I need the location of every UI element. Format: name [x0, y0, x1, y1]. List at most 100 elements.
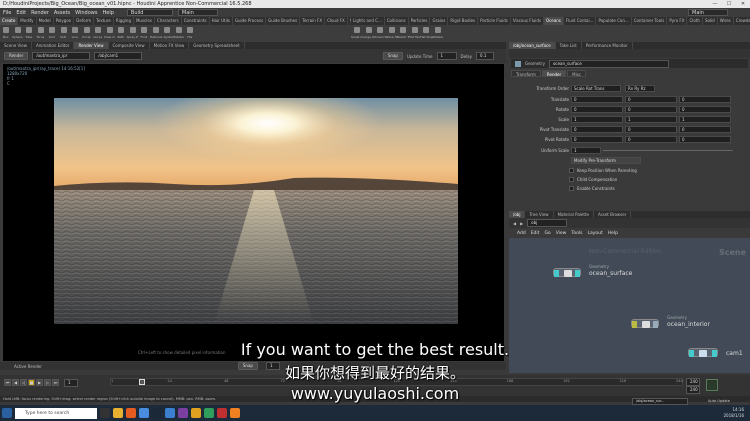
- update-time-field[interactable]: 1: [436, 52, 457, 60]
- tab-tree-view[interactable]: Tree View: [525, 211, 554, 218]
- shelf-tool-left-5[interactable]: Null: [58, 25, 70, 42]
- shelf-tab-right-4[interactable]: Rigid Bodies: [448, 17, 479, 25]
- shelf-tab-left-6[interactable]: Rigging: [114, 17, 134, 25]
- network-menu-view[interactable]: View: [556, 231, 567, 236]
- tab-performance-monitor[interactable]: Performance Monitor: [582, 42, 633, 49]
- render-button[interactable]: Render: [4, 52, 29, 60]
- context-dropdown-right[interactable]: Main: [688, 9, 728, 16]
- shelf-tool-right-2[interactable]: Ocean Surface: [374, 25, 386, 42]
- scale-z[interactable]: 1: [679, 116, 731, 123]
- tab-render-view[interactable]: Render View: [74, 42, 109, 49]
- shelf-tab-left-0[interactable]: Create: [0, 17, 19, 25]
- shelf-tab-right-9[interactable]: Populate Con...: [596, 17, 632, 25]
- shelf-tool-left-1[interactable]: Sphere: [12, 25, 24, 42]
- back-icon[interactable]: ◀: [513, 221, 516, 226]
- shelf-tab-right-7[interactable]: Oceans: [543, 17, 564, 25]
- translate-x[interactable]: 0: [571, 96, 623, 103]
- shelf-tab-left-14[interactable]: Cloud FX: [325, 17, 348, 25]
- shelf-tool-left-12[interactable]: Font: [138, 25, 150, 42]
- houdini-icon[interactable]: [230, 408, 240, 418]
- shelf-tab-right-3[interactable]: Grains: [430, 17, 449, 25]
- translate-y[interactable]: 0: [625, 96, 677, 103]
- shelf-tab-right-5[interactable]: Particle Fluids: [478, 17, 511, 25]
- shelf-tab-right-0[interactable]: Lights and C...: [351, 17, 385, 25]
- network-path-field[interactable]: obj: [527, 219, 568, 227]
- tab-scene-view[interactable]: Scene View: [0, 42, 32, 49]
- shelf-tool-left-7[interactable]: Circle: [81, 25, 93, 42]
- menu-assets[interactable]: Assets: [54, 10, 70, 16]
- taskbar-search-input[interactable]: Type here to search: [15, 407, 97, 419]
- windows-start-icon[interactable]: [2, 408, 12, 418]
- shelf-tab-right-1[interactable]: Collisions: [385, 17, 409, 25]
- context-dropdown-left[interactable]: Main: [177, 9, 218, 16]
- shelf-tab-left-7[interactable]: Muscles: [134, 17, 155, 25]
- keep-position-checkbox[interactable]: [569, 168, 574, 173]
- tab-obj-ocean-surface[interactable]: /obj/ocean_surface: [509, 42, 556, 49]
- shelf-tool-right-1[interactable]: Large Ocean: [363, 25, 374, 42]
- minimize-button[interactable]: —: [708, 0, 722, 8]
- pivot-translate-y[interactable]: 0: [625, 126, 677, 133]
- shelf-tab-left-13[interactable]: Terrain FX: [300, 17, 326, 25]
- pivot-rotate-y[interactable]: 0: [625, 136, 677, 143]
- tab-obj[interactable]: /obj: [509, 211, 526, 218]
- app-icon-3[interactable]: [191, 408, 201, 418]
- shelf-tool-left-2[interactable]: Tube: [23, 25, 35, 42]
- tab-geometry-spreadsheet[interactable]: Geometry Spreadsheet: [189, 42, 245, 49]
- shelf-tab-left-9[interactable]: Constraints: [182, 17, 210, 25]
- shelf-tool-right-7[interactable]: Whitewater: [432, 25, 443, 42]
- rotate-y[interactable]: 0: [625, 106, 677, 113]
- tab-render[interactable]: Render: [541, 70, 567, 77]
- shelf-tab-left-8[interactable]: Characters: [155, 17, 182, 25]
- modify-pretransform-menu[interactable]: Modify Pre-Transform: [571, 157, 641, 164]
- snap-button[interactable]: Snap: [382, 52, 403, 60]
- menu-edit[interactable]: Edit: [16, 10, 26, 16]
- rotate-z[interactable]: 0: [679, 106, 731, 113]
- tab-take-list[interactable]: Take List: [556, 42, 582, 49]
- shelf-tab-left-3[interactable]: Polygon: [54, 17, 75, 25]
- render-viewport[interactable]: /out/mantra_ipr(ray_trace) 14:16:52[1] 1…: [3, 64, 504, 361]
- shelf-tab-right-10[interactable]: Container Tools: [632, 17, 668, 25]
- close-button[interactable]: ✕: [736, 0, 750, 8]
- app-icon-4[interactable]: [204, 408, 214, 418]
- tab-transform[interactable]: Transform: [511, 70, 541, 77]
- network-menu-layout[interactable]: Layout: [587, 231, 602, 236]
- node-name-field[interactable]: ocean_surface: [548, 59, 669, 68]
- uniform-scale-field[interactable]: 1: [571, 147, 601, 154]
- shelf-tab-right-11[interactable]: Pyro FX: [667, 17, 688, 25]
- app-icon-1[interactable]: [165, 408, 175, 418]
- shelf-tool-left-3[interactable]: Torus: [35, 25, 47, 42]
- file-explorer-icon[interactable]: [113, 408, 123, 418]
- shelf-tool-left-10[interactable]: Path: [115, 25, 127, 42]
- tab-motion-fx-view[interactable]: Motion FX View: [150, 42, 190, 49]
- network-menu-go[interactable]: Go: [544, 231, 550, 236]
- shelf-tab-right-12[interactable]: Cloth: [687, 17, 703, 25]
- enable-constraints-checkbox[interactable]: [569, 186, 574, 191]
- shelf-tool-left-16[interactable]: File: [184, 25, 196, 42]
- shelf-tab-left-12[interactable]: Guide Brushes: [266, 17, 301, 25]
- menu-help[interactable]: Help: [102, 10, 113, 16]
- pivot-translate-x[interactable]: 0: [571, 126, 623, 133]
- app-icon-5[interactable]: [217, 408, 227, 418]
- rotate-x[interactable]: 0: [571, 106, 623, 113]
- shelf-tab-left-1[interactable]: Modify: [18, 17, 37, 25]
- shelf-tool-left-11[interactable]: Spray Paint: [127, 25, 138, 42]
- renderer-dropdown[interactable]: /out/mantra_ipr: [32, 52, 91, 60]
- shelf-tab-right-6[interactable]: Viscous Fluids: [511, 17, 544, 25]
- maximize-button[interactable]: ☐: [722, 0, 736, 8]
- shelf-tab-left-5[interactable]: Texture: [94, 17, 114, 25]
- app-icon-2[interactable]: [178, 408, 188, 418]
- rotate-order-dropdown[interactable]: Rx Ry Rz: [625, 85, 655, 92]
- firefox-icon[interactable]: [126, 408, 136, 418]
- shelf-tab-left-11[interactable]: Guide Process: [233, 17, 267, 25]
- child-compensation-checkbox[interactable]: [569, 177, 574, 182]
- delay-field[interactable]: 0.1: [476, 52, 494, 60]
- shelf-tool-right-0[interactable]: Small Ocean: [351, 25, 363, 42]
- shelf-tab-right-15[interactable]: Crowds: [734, 17, 750, 25]
- pivot-rotate-z[interactable]: 0: [679, 136, 731, 143]
- desktop-dropdown[interactable]: Build: [126, 9, 173, 16]
- shelf-tab-left-2[interactable]: Model: [37, 17, 54, 25]
- shelf-tool-right-6[interactable]: Flat Sloped: [420, 25, 432, 42]
- tab-composite-view[interactable]: Composite View: [109, 42, 150, 49]
- scale-x[interactable]: 1: [571, 116, 623, 123]
- tab-material-palette[interactable]: Material Palette: [554, 211, 594, 218]
